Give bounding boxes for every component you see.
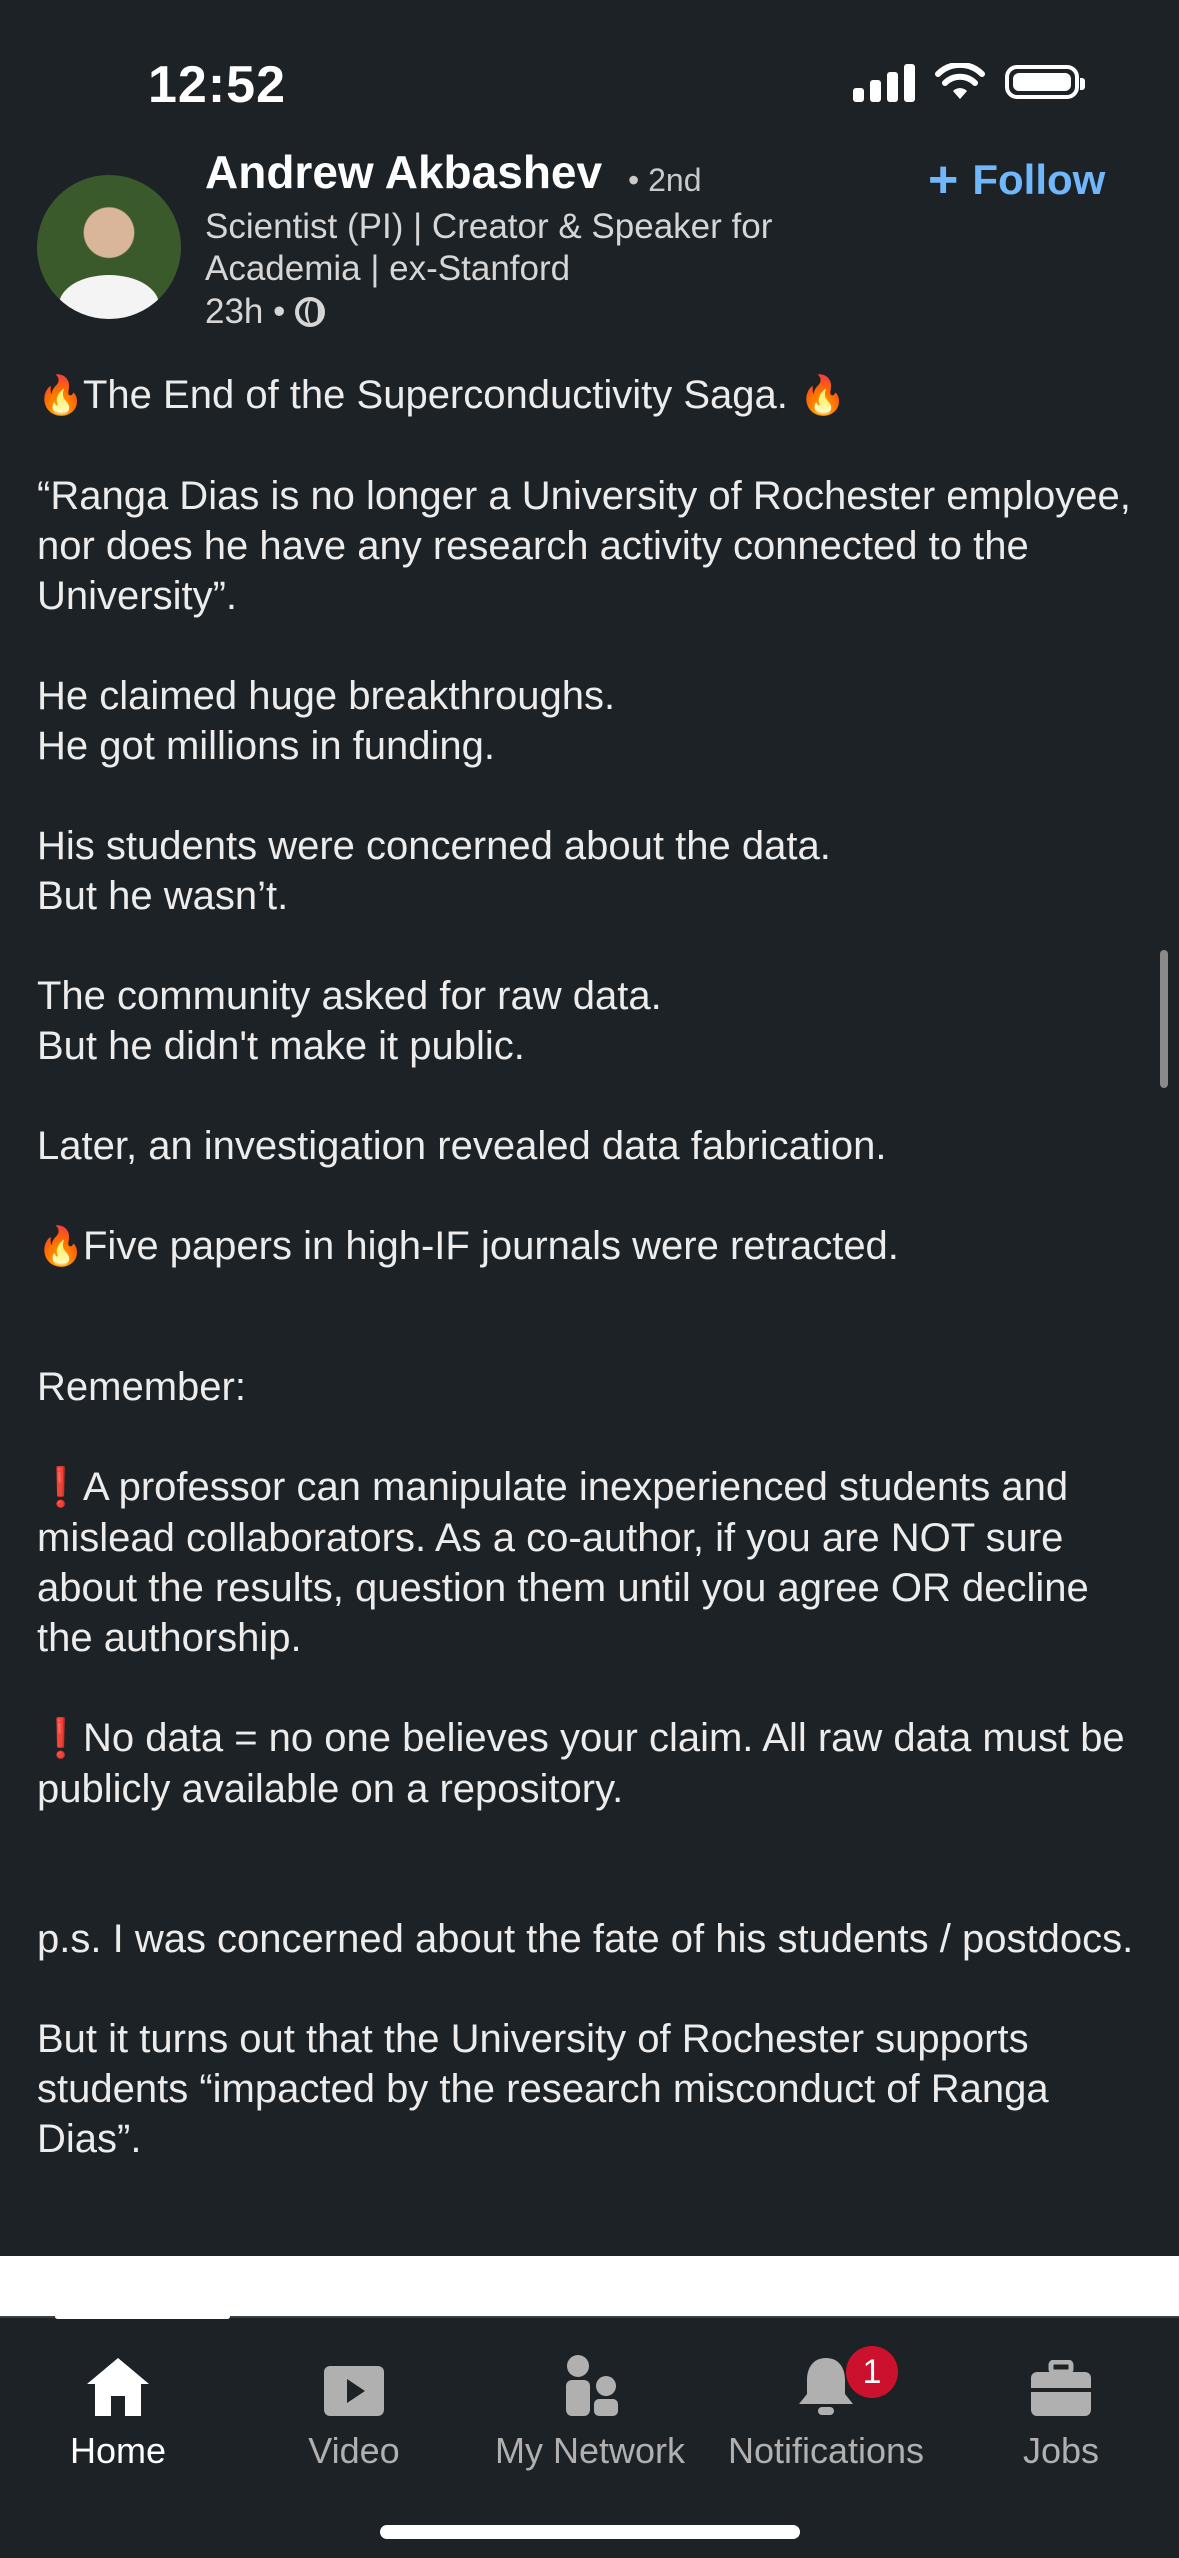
post-line: But he wasn’t.	[37, 874, 289, 918]
tab-jobs[interactable]: Jobs	[943, 2338, 1179, 2472]
post-title-line: 🔥The End of the Superconductivity Saga. …	[37, 370, 1147, 421]
tab-label: Video	[308, 2430, 400, 2471]
post-paragraph: p.s. I was concerned about the fate of h…	[37, 1917, 1134, 1961]
tab-my-network[interactable]: My Network	[472, 2338, 708, 2472]
tab-notifications[interactable]: 1 Notifications	[708, 2338, 944, 2472]
post-paragraph: 🔥Five papers in high-IF journals were re…	[37, 1221, 1147, 1272]
avatar[interactable]	[37, 175, 181, 319]
bottom-tab-bar: Home Video My Network 1 Notifications Jo…	[0, 2314, 1179, 2558]
globe-icon	[295, 297, 326, 327]
exclamation-icon: ❗	[37, 1467, 85, 1509]
home-indicator[interactable]	[380, 2525, 800, 2539]
connection-degree: • 2nd	[628, 162, 702, 198]
tab-home[interactable]: Home	[0, 2338, 236, 2472]
post-line: A professor can manipulate inexperienced…	[37, 1465, 1089, 1660]
briefcase-icon	[1031, 2360, 1091, 2416]
follow-button[interactable]: + Follow	[928, 154, 1105, 206]
home-icon	[87, 2358, 149, 2416]
notification-badge: 1	[846, 2346, 898, 2398]
cellular-signal-icon	[853, 62, 915, 102]
post-paragraph: Remember:	[37, 1365, 246, 1409]
post-line: He got millions in funding.	[37, 724, 496, 768]
post-line: He claimed huge breakthroughs.	[37, 674, 616, 718]
divider	[0, 2256, 1179, 2316]
fire-icon: 🔥	[799, 375, 847, 417]
scrollbar[interactable]	[1160, 950, 1168, 1088]
post-paragraph: The community asked for raw data. But he…	[37, 971, 1147, 1071]
plus-icon: +	[928, 151, 959, 209]
battery-icon	[1005, 65, 1085, 99]
post-line: No data = no one believes your claim. Al…	[37, 1716, 1125, 1811]
post-line: His students were concerned about the da…	[37, 824, 831, 868]
tab-label: My Network	[494, 2430, 686, 2471]
post-time: 23h •	[205, 292, 286, 331]
post-line: The community asked for raw data.	[37, 974, 662, 1018]
wifi-icon	[935, 63, 985, 99]
post-line: Five papers in high-IF journals were ret…	[83, 1224, 899, 1268]
active-tab-indicator	[55, 2314, 230, 2319]
post-point: ❗No data = no one believes your claim. A…	[37, 1713, 1147, 1814]
follow-label: Follow	[972, 156, 1106, 203]
post-header: Andrew Akbashev • 2nd + Follow Scientist…	[0, 146, 1179, 350]
post-line: But he didn't make it public.	[37, 1024, 525, 1068]
video-icon	[324, 2366, 384, 2416]
author-headline: Scientist (PI) | Creator & Speaker for A…	[205, 207, 773, 288]
tab-label: Notifications	[727, 2430, 925, 2471]
tab-video[interactable]: Video	[236, 2338, 472, 2472]
tab-label: Home	[69, 2430, 167, 2471]
post-meta: 23h •	[205, 292, 326, 332]
status-icons	[853, 62, 1085, 102]
post-paragraph: His students were concerned about the da…	[37, 821, 1147, 921]
post-body: 🔥The End of the Superconductivity Saga. …	[37, 370, 1147, 2214]
status-time: 12:52	[148, 56, 286, 114]
post-title: The End of the Superconductivity Saga.	[83, 373, 788, 417]
exclamation-icon: ❗	[37, 1718, 85, 1760]
tab-label: Jobs	[1022, 2430, 1100, 2471]
post-paragraph: But it turns out that the University of …	[37, 2017, 1049, 2161]
post-paragraph: He claimed huge breakthroughs. He got mi…	[37, 671, 1147, 771]
post-quote: “Ranga Dias is no longer a University of…	[37, 474, 1131, 618]
fire-icon: 🔥	[37, 375, 85, 417]
author-name[interactable]: Andrew Akbashev	[205, 145, 602, 199]
fire-icon: 🔥	[37, 1226, 85, 1268]
post-paragraph: Later, an investigation revealed data fa…	[37, 1124, 887, 1168]
network-icon	[566, 2355, 618, 2416]
post-point: ❗A professor can manipulate inexperience…	[37, 1462, 1147, 1663]
